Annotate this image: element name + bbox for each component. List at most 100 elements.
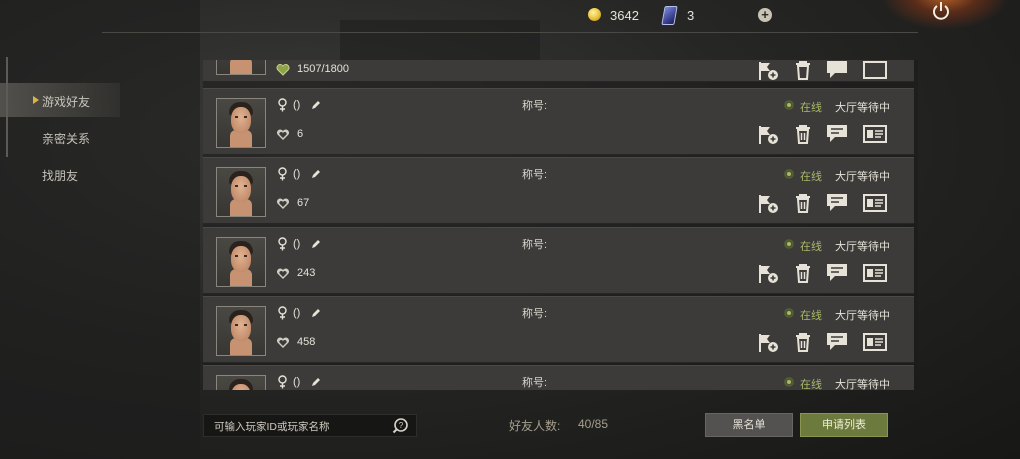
add-currency-icon[interactable]: +: [758, 8, 772, 22]
delete-trash-icon[interactable]: [791, 60, 815, 81]
gold-coin-icon: [588, 8, 601, 21]
ticket-card-icon: [661, 6, 678, 25]
female-gender-icon: [278, 306, 287, 320]
edit-pencil-icon[interactable]: [310, 168, 322, 180]
avatar[interactable]: [216, 98, 266, 148]
friend-list[interactable]: 1507/1800 () 6 称号: 在线 大厅等待中 () 67 称号: 在线…: [203, 60, 918, 390]
activity-status: 大厅等待中: [835, 241, 890, 253]
sidebar-item-label: 游戏好友: [42, 95, 91, 109]
intimacy-heart-icon: [276, 337, 290, 348]
friend-count-label: 好友人数:: [509, 419, 561, 433]
sidebar-item-intimate-relations[interactable]: 亲密关系: [0, 120, 120, 154]
delete-trash-icon[interactable]: [791, 262, 815, 284]
avatar[interactable]: [216, 306, 266, 356]
invite-flag-icon[interactable]: [755, 192, 779, 214]
friend-count-value: 40/85: [578, 417, 609, 431]
sidebar-item-label: 找朋友: [42, 169, 79, 183]
friend-name: (): [293, 238, 301, 250]
profile-card-icon[interactable]: [863, 60, 887, 81]
title-label: 称号:: [522, 308, 548, 320]
online-status-text: 在线: [800, 171, 822, 183]
edit-pencil-icon[interactable]: [310, 238, 322, 250]
friend-name: (): [293, 376, 301, 388]
ticket-balance: 3: [687, 8, 695, 23]
online-status-text: 在线: [800, 102, 822, 114]
profile-card-icon[interactable]: [863, 331, 887, 353]
invite-flag-icon[interactable]: [755, 331, 779, 353]
friend-name: (): [293, 168, 301, 180]
activity-status: 大厅等待中: [835, 379, 890, 390]
friend-card[interactable]: () 458 称号: 在线 大厅等待中: [203, 296, 914, 363]
profile-card-icon[interactable]: [863, 123, 887, 145]
friend-card[interactable]: () 称号: 在线 大厅等待中: [203, 365, 914, 390]
chat-bubble-icon[interactable]: [825, 331, 849, 353]
invite-flag-icon[interactable]: [755, 262, 779, 284]
intimacy-heart-icon: [276, 129, 290, 140]
title-label: 称号:: [522, 239, 548, 251]
activity-status: 大厅等待中: [835, 102, 890, 114]
player-search-input[interactable]: [212, 417, 386, 436]
sidebar-item-game-friends[interactable]: 游戏好友: [0, 83, 120, 117]
invite-flag-icon[interactable]: [755, 60, 779, 81]
friend-name: (): [293, 99, 301, 111]
friend-card-partial[interactable]: 1507/1800: [203, 60, 914, 82]
delete-trash-icon[interactable]: [791, 123, 815, 145]
friend-card[interactable]: () 67 称号: 在线 大厅等待中: [203, 157, 914, 224]
search-icon[interactable]: ?: [392, 417, 409, 434]
player-search-box: ?: [203, 414, 417, 437]
chat-bubble-icon[interactable]: [825, 262, 849, 284]
blacklist-button[interactable]: 黑名单: [705, 413, 793, 437]
activity-status: 大厅等待中: [835, 171, 890, 183]
online-status-icon: [785, 309, 793, 317]
intimacy-heart-icon: [276, 198, 290, 209]
chat-bubble-icon[interactable]: [825, 60, 849, 81]
edit-pencil-icon[interactable]: [310, 307, 322, 319]
intimacy-heart-icon: [276, 268, 290, 279]
avatar[interactable]: [216, 60, 266, 75]
online-status-icon: [785, 170, 793, 178]
avatar[interactable]: [216, 375, 266, 390]
chat-bubble-icon[interactable]: [825, 192, 849, 214]
female-gender-icon: [278, 98, 287, 112]
power-icon[interactable]: [930, 0, 952, 22]
title-label: 称号:: [522, 377, 548, 389]
intimacy-value: 243: [297, 267, 316, 279]
friend-card[interactable]: () 243 称号: 在线 大厅等待中: [203, 227, 914, 294]
profile-card-icon[interactable]: [863, 192, 887, 214]
activity-status: 大厅等待中: [835, 310, 890, 322]
apply-list-button[interactable]: 申请列表: [800, 413, 888, 437]
intimacy-value: 67: [297, 197, 310, 209]
edit-pencil-icon[interactable]: [310, 376, 322, 388]
top-divider: [102, 32, 918, 33]
avatar[interactable]: [216, 237, 266, 287]
active-arrow-icon: [33, 96, 39, 104]
intimacy-value: 458: [297, 336, 316, 348]
edit-pencil-icon[interactable]: [310, 99, 322, 111]
invite-flag-icon[interactable]: [755, 123, 779, 145]
chat-bubble-icon[interactable]: [825, 123, 849, 145]
female-gender-icon: [278, 237, 287, 251]
online-status-icon: [785, 101, 793, 109]
avatar[interactable]: [216, 167, 266, 217]
online-status-icon: [785, 378, 793, 386]
svg-text:?: ?: [399, 421, 404, 430]
profile-card-icon[interactable]: [863, 262, 887, 284]
coin-balance: 3642: [610, 8, 639, 23]
sidebar-accent-line: [6, 57, 8, 157]
intimacy-value: 6: [297, 128, 304, 140]
sidebar-item-find-friends[interactable]: 找朋友: [0, 157, 120, 191]
online-status-icon: [785, 240, 793, 248]
delete-trash-icon[interactable]: [791, 192, 815, 214]
friend-card[interactable]: () 6 称号: 在线 大厅等待中: [203, 88, 914, 155]
title-label: 称号:: [522, 100, 548, 112]
friend-name: (): [293, 307, 301, 319]
online-status-text: 在线: [800, 241, 822, 253]
background-scenery: [0, 0, 200, 459]
online-status-text: 在线: [800, 310, 822, 322]
intimacy-heart-icon: [276, 64, 290, 76]
online-status-text: 在线: [800, 379, 822, 390]
intimacy-progress: 1507/1800: [297, 63, 349, 75]
delete-trash-icon[interactable]: [791, 331, 815, 353]
female-gender-icon: [278, 167, 287, 181]
sidebar-item-label: 亲密关系: [42, 132, 91, 146]
